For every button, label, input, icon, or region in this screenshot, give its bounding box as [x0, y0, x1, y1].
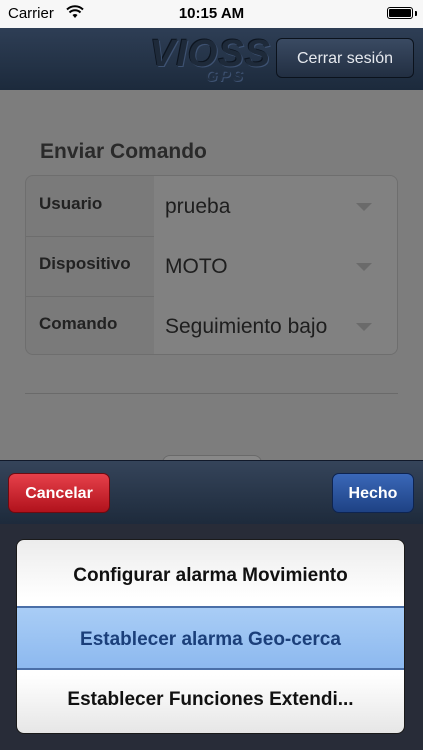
app-header: VIOSS GPS Cerrar sesión: [0, 28, 423, 90]
clock: 10:15 AM: [178, 5, 245, 22]
main-content: Enviar Comando Usuario prueba Dispositiv…: [0, 90, 423, 466]
comando-select[interactable]: Seguimiento bajo: [154, 296, 397, 354]
picker-option-selected[interactable]: Establecer alarma Geo-cerca: [17, 606, 404, 670]
done-button[interactable]: Hecho: [332, 473, 414, 513]
picker-option[interactable]: Configurar alarma Movimiento: [17, 544, 404, 608]
usuario-select[interactable]: prueba: [154, 176, 397, 236]
dispositivo-value: MOTO: [165, 255, 228, 278]
form-row-comando: Comando Seguimiento bajo: [26, 296, 397, 354]
usuario-value: prueba: [165, 195, 231, 218]
comando-value: Seguimiento bajo: [165, 315, 328, 338]
command-picker-wheel[interactable]: Configurar alarma Movimiento Establecer …: [16, 539, 405, 734]
dispositivo-select[interactable]: MOTO: [154, 236, 397, 296]
comando-label: Comando: [39, 314, 118, 333]
picker-area: Configurar alarma Movimiento Establecer …: [0, 524, 423, 750]
picker-option[interactable]: Establecer Funciones Extendi...: [17, 668, 404, 732]
chevron-down-icon: [356, 323, 372, 331]
usuario-label: Usuario: [39, 194, 103, 213]
form-row-dispositivo: Dispositivo MOTO: [26, 236, 397, 297]
chevron-down-icon: [356, 203, 372, 211]
battery-tip: [415, 11, 417, 16]
page-title: Enviar Comando: [40, 140, 207, 163]
dispositivo-label: Dispositivo: [39, 254, 131, 273]
chevron-down-icon: [356, 263, 372, 271]
cancel-button[interactable]: Cancelar: [8, 473, 110, 513]
battery-icon: [387, 7, 413, 19]
form-row-usuario: Usuario prueba: [26, 176, 397, 237]
brand-logo-sub: GPS: [205, 68, 245, 85]
status-bar: Carrier 10:15 AM: [0, 0, 423, 28]
command-form: Usuario prueba Dispositivo MOTO Comando …: [25, 175, 398, 355]
divider: [25, 393, 398, 394]
picker-toolbar: Cancelar Hecho: [0, 460, 423, 525]
logout-button[interactable]: Cerrar sesión: [276, 38, 414, 78]
